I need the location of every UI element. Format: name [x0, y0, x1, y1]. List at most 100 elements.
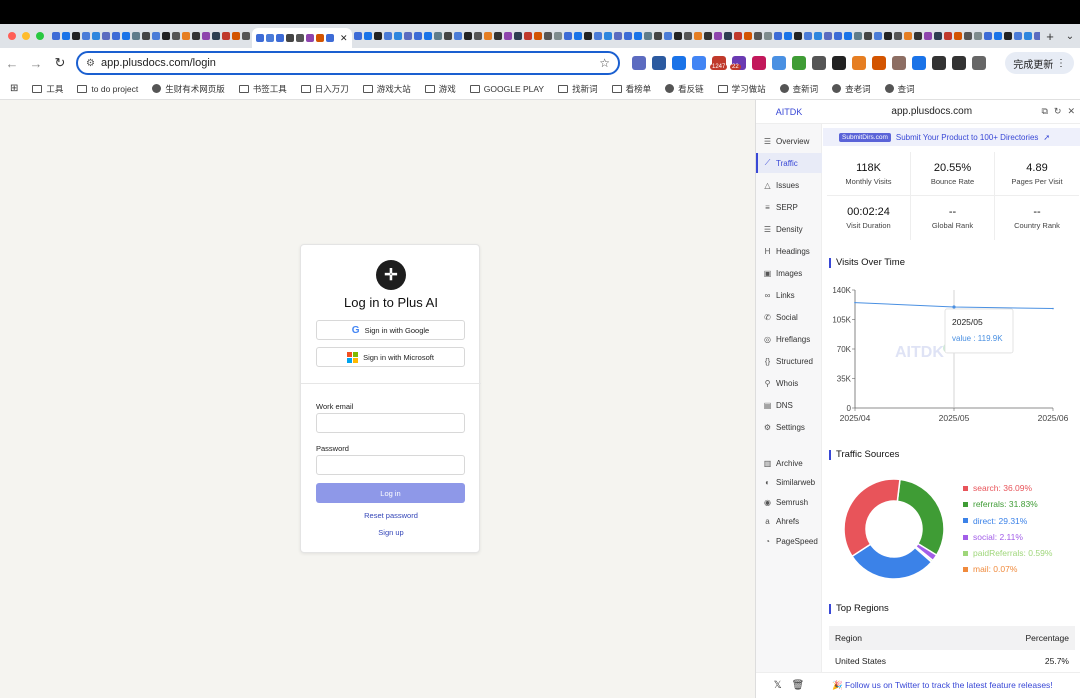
sidebar-item-issues[interactable]: △ Issues — [756, 175, 822, 195]
tab-favicon-icon[interactable] — [212, 32, 220, 40]
tab-favicon-icon[interactable] — [543, 32, 552, 40]
tab-favicon-icon[interactable] — [433, 32, 442, 40]
tab-favicon-icon[interactable] — [503, 32, 512, 40]
tab-favicon-icon[interactable] — [383, 32, 392, 40]
active-tab[interactable]: ✕ — [252, 28, 352, 48]
tab-favicon-icon[interactable] — [513, 32, 522, 40]
bookmark-item[interactable]: 查新词 — [779, 83, 818, 95]
footer-message[interactable]: 🎉 Follow us on Twitter to track the late… — [822, 680, 1080, 691]
microsoft-signin-button[interactable]: Sign in with Microsoft — [316, 347, 465, 367]
tab-favicon-icon[interactable] — [1023, 32, 1032, 40]
bookmark-item[interactable]: 生财有术网页版 — [152, 83, 225, 95]
sidebar-item-social[interactable]: ✆ Social — [756, 307, 822, 327]
tab-favicon-icon[interactable] — [793, 32, 802, 40]
tab-favicon-icon[interactable] — [683, 32, 692, 40]
visits-point[interactable] — [1052, 307, 1054, 310]
sidebar-tool-archive[interactable]: ▥ Archive — [756, 453, 822, 473]
sidebar-item-structured[interactable]: {} Structured — [756, 351, 822, 371]
tab-favicon-icon[interactable] — [483, 32, 492, 40]
legend-item[interactable]: social: 2.11% — [963, 529, 1052, 545]
tab-favicons[interactable]: ✕ — [52, 24, 1040, 48]
panel-brand[interactable]: AITDK — [756, 107, 822, 117]
extension-icon[interactable] — [832, 56, 846, 70]
tab-favicon-icon[interactable] — [102, 32, 110, 40]
tab-search-icon[interactable]: ⌄ — [1060, 31, 1080, 42]
password-field[interactable] — [316, 455, 465, 475]
tab-favicon-icon[interactable] — [823, 32, 832, 40]
sidebar-item-density[interactable]: ☰ Density — [756, 219, 822, 239]
tab-favicon-icon[interactable] — [773, 32, 782, 40]
sidebar-item-links[interactable]: ∞ Links — [756, 285, 822, 305]
tab-favicon-icon[interactable] — [423, 32, 432, 40]
sidebar-item-images[interactable]: ▣ Images — [756, 263, 822, 283]
extension-icon[interactable] — [952, 56, 966, 70]
tab-favicon-icon[interactable] — [903, 32, 912, 40]
tab-favicon-icon[interactable] — [192, 32, 200, 40]
refresh-icon[interactable]: ↻ — [1054, 106, 1062, 117]
tab-favicon-icon[interactable] — [963, 32, 972, 40]
tab-favicon-icon[interactable] — [923, 32, 932, 40]
close-window-button[interactable] — [8, 32, 16, 40]
tab-favicon-icon[interactable] — [242, 32, 250, 40]
login-button[interactable]: Log in — [316, 483, 465, 503]
tab-favicon-icon[interactable] — [573, 32, 582, 40]
extension-icon[interactable] — [892, 56, 906, 70]
google-signin-button[interactable]: G Sign in with Google — [316, 320, 465, 340]
close-tab-icon[interactable]: ✕ — [340, 33, 348, 44]
extension-icon[interactable] — [752, 56, 766, 70]
tab-favicon-icon[interactable] — [763, 32, 772, 40]
tab-favicon-icon[interactable] — [553, 32, 562, 40]
tab-favicon-icon[interactable] — [863, 32, 872, 40]
tab-favicon-icon[interactable] — [152, 32, 160, 40]
tab-favicon-icon[interactable] — [853, 32, 862, 40]
tab-favicon-icon[interactable] — [62, 32, 70, 40]
bookmark-item[interactable]: 工具 — [32, 83, 63, 95]
tab-favicon-icon[interactable] — [993, 32, 1002, 40]
tab-favicon-icon[interactable] — [202, 32, 210, 40]
back-icon[interactable]: ← — [0, 56, 24, 71]
bookmark-item[interactable]: 看榜单 — [611, 83, 651, 95]
tab-favicon-icon[interactable] — [753, 32, 762, 40]
address-bar[interactable]: ⚙ app.plusdocs.com/login ☆ — [76, 51, 620, 75]
extension-icon[interactable] — [912, 56, 926, 70]
tab-favicon-icon[interactable] — [653, 32, 662, 40]
promo-banner[interactable]: SubmitDirs.com Submit Your Product to 10… — [823, 128, 1080, 146]
tab-favicon-icon[interactable] — [92, 32, 100, 40]
tab-favicon-icon[interactable] — [933, 32, 942, 40]
extension-icon[interactable] — [632, 56, 646, 70]
extension-icon[interactable]: 1247 — [710, 56, 728, 70]
new-tab-icon[interactable]: + — [1040, 29, 1060, 44]
bookmark-item[interactable]: 找新词 — [558, 83, 598, 95]
tab-favicon-icon[interactable] — [563, 32, 572, 40]
visits-point[interactable] — [952, 305, 956, 309]
tab-favicon-icon[interactable] — [713, 32, 722, 40]
sidebar-item-traffic[interactable]: ⟋ Traffic — [756, 153, 822, 173]
tab-favicon-icon[interactable] — [613, 32, 622, 40]
tab-favicon-icon[interactable] — [493, 32, 502, 40]
tab-favicon-icon[interactable] — [873, 32, 882, 40]
tab-favicon-icon[interactable] — [232, 32, 240, 40]
tab-favicon-icon[interactable] — [172, 32, 180, 40]
tab-favicon-icon[interactable] — [703, 32, 712, 40]
bookmark-item[interactable]: 日入万刀 — [300, 83, 349, 95]
bookmark-item[interactable]: 查词 — [884, 83, 915, 95]
site-info-icon[interactable]: ⚙ — [86, 58, 95, 69]
extension-icon[interactable] — [692, 56, 706, 70]
bookmark-item[interactable]: 游戏大站 — [362, 83, 411, 95]
extension-icon[interactable] — [932, 56, 946, 70]
tab-favicon-icon[interactable] — [473, 32, 482, 40]
close-icon[interactable]: ✕ — [1067, 106, 1075, 117]
tab-favicon-icon[interactable] — [743, 32, 752, 40]
tab-favicon-icon[interactable] — [633, 32, 642, 40]
tab-favicon-icon[interactable] — [533, 32, 542, 40]
reload-icon[interactable]: ↻ — [48, 55, 72, 71]
x-twitter-icon[interactable]: 𝕏 — [774, 680, 782, 691]
sidebar-item-headings[interactable]: H Headings — [756, 241, 822, 261]
url-text[interactable]: app.plusdocs.com/login — [101, 57, 593, 69]
tab-favicon-icon[interactable] — [913, 32, 922, 40]
tab-favicon-icon[interactable] — [413, 32, 422, 40]
tab-favicon-icon[interactable] — [943, 32, 952, 40]
sidebar-tool-semrush[interactable]: ◉ Semrush — [756, 492, 822, 512]
tab-favicon-icon[interactable] — [623, 32, 632, 40]
tab-favicon-icon[interactable] — [162, 32, 170, 40]
